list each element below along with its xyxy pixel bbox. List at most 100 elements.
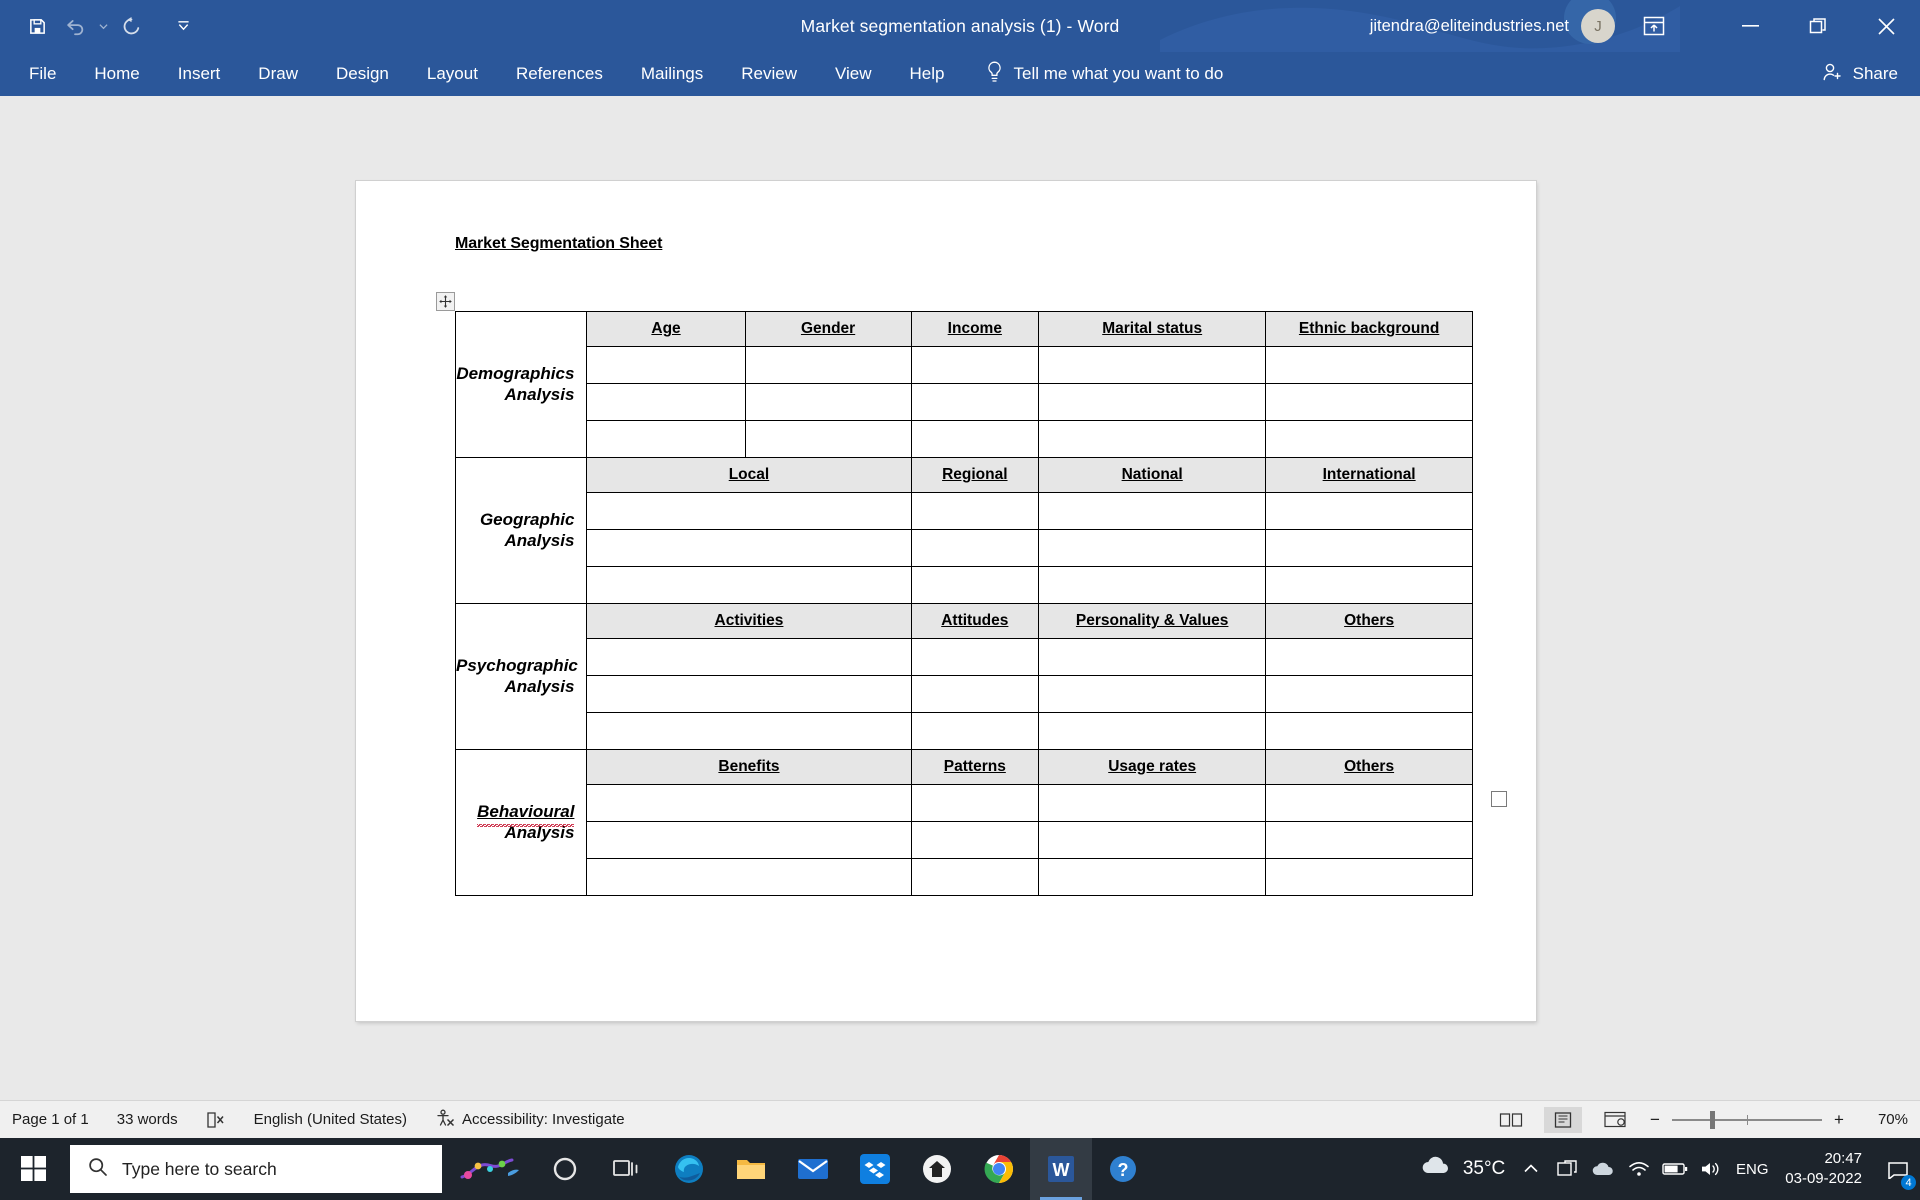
taskbar-word-icon[interactable]: W — [1030, 1138, 1092, 1200]
weather-indicator[interactable]: 35°C — [1419, 1155, 1513, 1183]
column-header[interactable]: Others — [1265, 749, 1473, 785]
table-cell[interactable] — [1038, 638, 1267, 676]
column-header[interactable]: Others — [1265, 603, 1473, 639]
section-label-cell[interactable]: Behavioural Analysis — [454, 749, 588, 896]
column-header[interactable]: Patterns — [910, 749, 1040, 785]
zoom-level[interactable]: 70% — [1860, 1111, 1908, 1128]
table-cell[interactable] — [910, 638, 1040, 676]
column-header[interactable]: Local — [586, 457, 912, 493]
table-cell[interactable] — [1265, 858, 1473, 896]
table-cell[interactable] — [910, 858, 1040, 896]
input-language-indicator[interactable]: ENG — [1729, 1138, 1775, 1200]
column-header[interactable]: Ethnic background — [1265, 311, 1473, 347]
table-cell[interactable] — [1265, 821, 1473, 859]
page-indicator[interactable]: Page 1 of 1 — [12, 1111, 89, 1128]
section-label-cell[interactable]: Psychographic Analysis — [454, 603, 588, 750]
restore-icon[interactable] — [1784, 0, 1852, 52]
column-header[interactable]: Attitudes — [910, 603, 1040, 639]
table-row[interactable] — [456, 712, 1473, 750]
table-cell[interactable] — [910, 712, 1040, 750]
table-cell[interactable] — [1038, 858, 1267, 896]
print-layout-view-icon[interactable] — [1544, 1106, 1582, 1133]
table-header-row[interactable]: Psychographic Analysis Activities Attitu… — [454, 603, 1473, 750]
column-header[interactable]: Income — [910, 311, 1040, 347]
minimize-icon[interactable] — [1716, 0, 1784, 52]
column-header[interactable]: Benefits — [586, 749, 912, 785]
table-cell[interactable] — [1038, 566, 1267, 604]
column-header[interactable]: Age — [586, 311, 746, 347]
table-cell[interactable] — [586, 420, 746, 458]
table-cell[interactable] — [586, 529, 912, 567]
table-cell[interactable] — [586, 638, 912, 676]
taskbar-paint-3d-icon[interactable] — [442, 1138, 534, 1200]
table-cell[interactable] — [586, 346, 746, 384]
volume-icon[interactable] — [1693, 1138, 1729, 1200]
table-cell[interactable] — [586, 821, 912, 859]
table-row[interactable] — [456, 566, 1473, 604]
column-header[interactable]: Gender — [744, 311, 912, 347]
table-cell[interactable] — [1265, 675, 1473, 713]
column-header[interactable]: Personality & Values — [1038, 603, 1267, 639]
undo-icon[interactable] — [58, 9, 92, 43]
table-row[interactable] — [456, 383, 1473, 421]
show-hidden-icons-icon[interactable] — [1513, 1138, 1549, 1200]
taskbar-cortana-icon[interactable] — [534, 1138, 596, 1200]
avatar[interactable]: J — [1581, 9, 1615, 43]
table-cell[interactable] — [1265, 638, 1473, 676]
close-icon[interactable] — [1852, 0, 1920, 52]
zoom-control[interactable]: − + — [1648, 1110, 1846, 1130]
table-row[interactable] — [456, 529, 1473, 567]
table-row[interactable] — [456, 858, 1473, 896]
table-cell[interactable] — [1265, 784, 1473, 822]
accessibility-status[interactable]: Accessibility: Investigate — [435, 1109, 625, 1131]
zoom-slider-thumb[interactable] — [1710, 1110, 1715, 1129]
table-cell[interactable] — [910, 529, 1040, 567]
table-cell[interactable] — [1038, 383, 1267, 421]
document-page[interactable]: Market Segmentation Sheet Demographics A… — [356, 181, 1536, 1021]
taskbar-file-explorer-icon[interactable] — [720, 1138, 782, 1200]
table-cell[interactable] — [1038, 492, 1267, 530]
table-cell[interactable] — [910, 420, 1040, 458]
notification-center-button[interactable]: 4 — [1876, 1138, 1920, 1200]
table-resize-handle-icon[interactable] — [1491, 791, 1507, 807]
web-layout-view-icon[interactable] — [1596, 1107, 1634, 1133]
wifi-icon[interactable] — [1621, 1138, 1657, 1200]
word-count[interactable]: 33 words — [117, 1111, 178, 1128]
table-row[interactable] — [456, 638, 1473, 676]
column-header[interactable]: Regional — [910, 457, 1040, 493]
undo-dropdown-icon[interactable] — [96, 9, 110, 43]
table-row[interactable] — [456, 420, 1473, 458]
table-row[interactable] — [456, 784, 1473, 822]
table-cell[interactable] — [1038, 784, 1267, 822]
language-indicator[interactable]: English (United States) — [254, 1111, 407, 1128]
tab-references[interactable]: References — [497, 58, 622, 90]
section-label-cell[interactable]: Geographic Analysis — [454, 457, 588, 604]
table-cell[interactable] — [1038, 346, 1267, 384]
table-cell[interactable] — [1265, 383, 1473, 421]
taskbar-app-home-icon[interactable] — [906, 1138, 968, 1200]
read-mode-view-icon[interactable] — [1492, 1107, 1530, 1133]
table-cell[interactable] — [1038, 529, 1267, 567]
table-header-row[interactable]: Demographics Analysis Age Gender Income … — [454, 311, 1473, 458]
table-cell[interactable] — [910, 346, 1040, 384]
tab-layout[interactable]: Layout — [408, 58, 497, 90]
table-cell[interactable] — [1265, 529, 1473, 567]
table-cell[interactable] — [586, 383, 746, 421]
taskbar-task-view-icon[interactable] — [596, 1138, 658, 1200]
table-cell[interactable] — [910, 566, 1040, 604]
table-cell[interactable] — [1265, 712, 1473, 750]
proofing-errors-icon[interactable] — [206, 1111, 226, 1129]
table-move-handle-icon[interactable] — [436, 292, 455, 311]
share-button[interactable]: Share — [1822, 62, 1898, 86]
table-cell[interactable] — [586, 858, 912, 896]
cloud-sync-icon[interactable] — [1585, 1138, 1621, 1200]
table-row[interactable] — [456, 821, 1473, 859]
table-cell[interactable] — [1265, 346, 1473, 384]
column-header[interactable]: National — [1038, 457, 1267, 493]
table-cell[interactable] — [744, 346, 912, 384]
column-header[interactable]: Marital status — [1038, 311, 1267, 347]
tab-insert[interactable]: Insert — [159, 58, 240, 90]
taskbar-help-icon[interactable]: ? — [1092, 1138, 1154, 1200]
taskbar-edge-icon[interactable] — [658, 1138, 720, 1200]
table-row[interactable] — [456, 492, 1473, 530]
